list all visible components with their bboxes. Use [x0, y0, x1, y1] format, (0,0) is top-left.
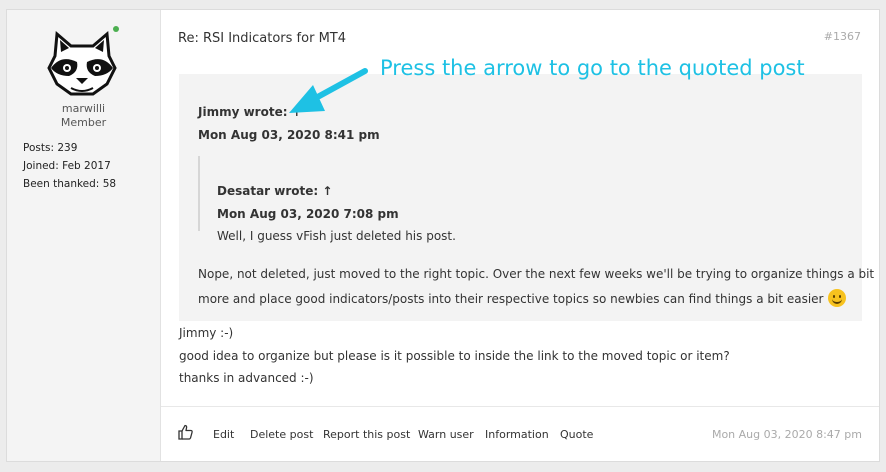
author-rank: Member	[60, 116, 107, 129]
nested-quote-date: Mon Aug 03, 2020 7:08 pm	[217, 207, 399, 221]
post-body-line-2: good idea to organize but please is it p…	[179, 349, 730, 363]
joined-label: Joined:	[23, 160, 59, 172]
report-post-button[interactable]: Report this post	[323, 428, 410, 441]
author-username[interactable]: marwilli	[7, 102, 160, 115]
quote-button[interactable]: Quote	[560, 428, 593, 441]
forum-post: marwilli Member Posts: 239 Joined: Feb 2…	[6, 9, 880, 462]
quote-text-line-2-content: more and place good indicators/posts int…	[198, 292, 824, 306]
post-number[interactable]: #1367	[824, 30, 861, 43]
annotation-arrow	[289, 68, 368, 113]
author-sidebar: marwilli Member Posts: 239 Joined: Feb 2…	[7, 10, 161, 461]
quote-author[interactable]: Jimmy wrote: ↑	[198, 105, 302, 119]
quote-text-line-1: Nope, not deleted, just moved to the rig…	[198, 267, 875, 281]
smiley-icon	[827, 289, 846, 307]
nested-blockquote: Desatar wrote: ↑ Mon Aug 03, 2020 7:08 p…	[198, 156, 864, 243]
post-title[interactable]: Re: RSI Indicators for MT4	[178, 31, 346, 46]
annotation-text: Press the arrow to go to the quoted post	[380, 56, 805, 80]
online-status-indicator	[113, 26, 119, 32]
nested-quote-author[interactable]: Desatar wrote: ↑	[217, 184, 332, 198]
warn-user-button[interactable]: Warn user	[418, 428, 474, 441]
edit-button[interactable]: Edit	[213, 428, 234, 441]
post-body-line-3: thanks in advanced :-)	[179, 371, 314, 385]
author-posts-stat: Posts: 239	[23, 142, 77, 154]
information-button[interactable]: Information	[485, 428, 549, 441]
author-thanked-stat: Been thanked: 58	[23, 178, 116, 190]
avatar[interactable]	[47, 28, 117, 98]
post-body-line-1: Jimmy :-)	[179, 326, 234, 340]
joined-value: Feb 2017	[62, 160, 111, 172]
author-joined-stat: Joined: Feb 2017	[23, 160, 111, 172]
posts-label: Posts:	[23, 142, 54, 154]
nested-quote-text: Well, I guess vFish just deleted his pos…	[217, 229, 456, 243]
thumbs-up-icon[interactable]	[178, 424, 193, 440]
post-content: Re: RSI Indicators for MT4 #1367 Jimmy w…	[161, 10, 879, 461]
quote-date: Mon Aug 03, 2020 8:41 pm	[198, 128, 380, 142]
thanked-label: Been thanked:	[23, 178, 100, 190]
thanked-value[interactable]: 58	[103, 178, 116, 190]
post-timestamp: Mon Aug 03, 2020 8:47 pm	[711, 428, 862, 441]
post-footer: Edit Delete post Report this post Warn u…	[161, 406, 879, 462]
blockquote: Jimmy wrote: ↑ Mon Aug 03, 2020 8:41 pm …	[179, 74, 874, 321]
posts-value[interactable]: 239	[57, 142, 77, 154]
quote-text-line-2: more and place good indicators/posts int…	[198, 289, 846, 307]
delete-post-button[interactable]: Delete post	[250, 428, 313, 441]
